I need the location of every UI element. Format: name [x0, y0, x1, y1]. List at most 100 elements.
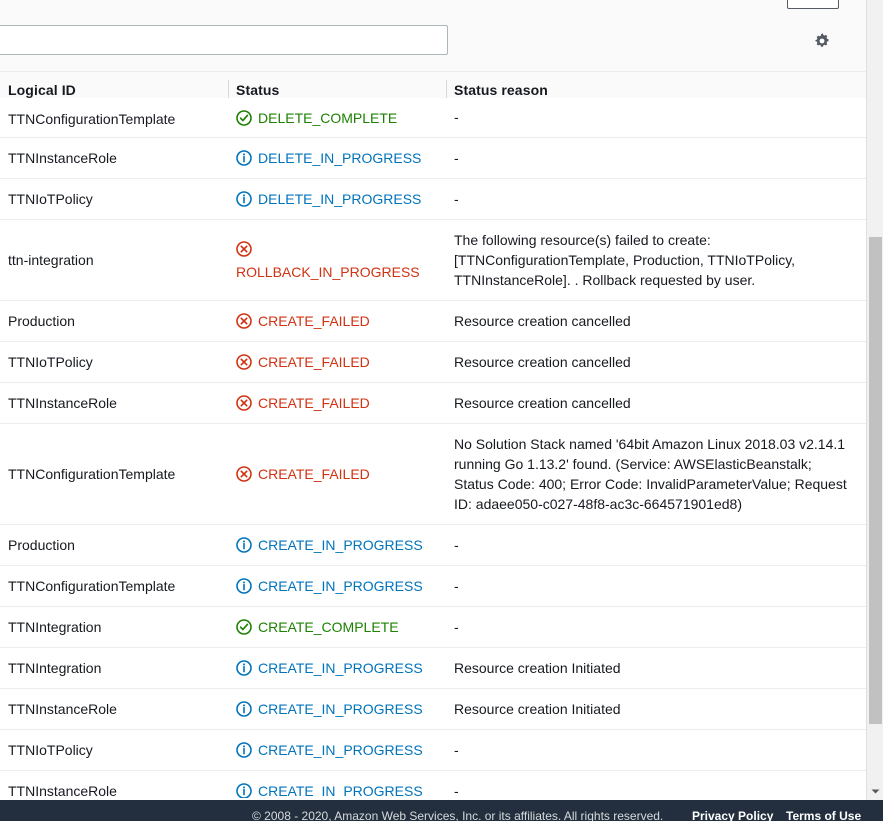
- table-body: TTNConfigurationTemplate DELETE_COMPLETE -…: [0, 98, 866, 798]
- status-label: DELETE_IN_PROGRESS: [258, 150, 422, 166]
- table-row[interactable]: Production CREATE_IN_PROGRESS -: [0, 525, 866, 566]
- status-label: ROLLBACK_IN_PROGRESS: [236, 263, 420, 280]
- cell-status-reason: -: [454, 150, 459, 166]
- status-label: CREATE_IN_PROGRESS: [258, 783, 423, 798]
- status-badge: CREATE_IN_PROGRESS: [236, 577, 438, 595]
- cell-status: ROLLBACK_IN_PROGRESS: [228, 230, 446, 291]
- status-badge: CREATE_FAILED: [236, 312, 438, 330]
- cell-logical-id: ttn-integration: [8, 252, 94, 268]
- status-badge: CREATE_FAILED: [236, 394, 438, 412]
- table-row[interactable]: TTNInstanceRole CREATE_IN_PROGRESS -: [0, 771, 866, 798]
- refresh-icon: [803, 0, 823, 3]
- cell-status: CREATE_IN_PROGRESS: [228, 731, 446, 769]
- check-circle-icon: [236, 619, 252, 635]
- status-badge: CREATE_IN_PROGRESS: [236, 782, 438, 798]
- chevron-down-icon: [871, 789, 880, 794]
- vertical-scrollbar[interactable]: [866, 0, 883, 800]
- info-circle-icon: [236, 191, 252, 207]
- cell-logical-id: TTNConfigurationTemplate: [8, 466, 176, 482]
- cell-logical-id: Production: [8, 537, 75, 553]
- footer-terms-of-use-link[interactable]: Terms of Use: [786, 809, 861, 821]
- cell-status: DELETE_IN_PROGRESS: [228, 139, 446, 177]
- scroll-down-arrow-icon[interactable]: [867, 783, 883, 800]
- cell-status-reason: No Solution Stack named '64bit Amazon Li…: [454, 436, 847, 512]
- table-row[interactable]: TTNConfigurationTemplate CREATE_IN_PROGRE…: [0, 566, 866, 607]
- status-label: CREATE_FAILED: [258, 466, 370, 482]
- page-footer: © 2008 - 2020, Amazon Web Services, Inc.…: [0, 800, 883, 821]
- status-badge: DELETE_IN_PROGRESS: [236, 190, 438, 208]
- cell-status: CREATE_COMPLETE: [228, 608, 446, 646]
- table-row[interactable]: TTNIntegration CREATE_IN_PROGRESS Resource…: [0, 648, 866, 689]
- events-table: Logical ID Status Status reason TTNConfi…: [0, 72, 866, 800]
- cell-logical-id: TTNIoTPolicy: [8, 742, 93, 758]
- cell-status: CREATE_IN_PROGRESS: [228, 567, 446, 605]
- cell-status: DELETE_IN_PROGRESS: [228, 180, 446, 218]
- cell-logical-id: TTNInstanceRole: [8, 701, 117, 717]
- table-row[interactable]: TTNInstanceRole CREATE_IN_PROGRESS Resourc…: [0, 689, 866, 730]
- cell-status: DELETE_COMPLETE: [228, 99, 446, 137]
- cell-logical-id: TTNIntegration: [8, 660, 102, 676]
- info-circle-icon: [236, 742, 252, 758]
- error-circle-icon: [236, 354, 252, 370]
- status-badge: CREATE_IN_PROGRESS: [236, 536, 438, 554]
- cell-status-reason: -: [454, 109, 459, 125]
- cell-status: CREATE_FAILED: [228, 455, 446, 493]
- table-row[interactable]: TTNConfigurationTemplate CREATE_FAILED No …: [0, 424, 866, 525]
- cell-logical-id: TTNIntegration: [8, 619, 102, 635]
- status-label: CREATE_FAILED: [258, 313, 370, 329]
- cell-status: CREATE_IN_PROGRESS: [228, 690, 446, 728]
- cell-logical-id: TTNIoTPolicy: [8, 354, 93, 370]
- refresh-button[interactable]: [787, 0, 839, 9]
- search-field-wrapper: [0, 25, 448, 55]
- table-row[interactable]: TTNIoTPolicy CREATE_IN_PROGRESS -: [0, 730, 866, 771]
- cell-status-reason: Resource creation cancelled: [454, 395, 631, 411]
- status-badge: CREATE_IN_PROGRESS: [236, 741, 438, 759]
- cell-status-reason: -: [454, 578, 459, 594]
- scrollbar-thumb[interactable]: [869, 237, 882, 724]
- settings-button[interactable]: [811, 30, 833, 52]
- info-circle-icon: [236, 578, 252, 594]
- table-row[interactable]: ttn-integration ROLLBACK_IN_PROGRESS The f…: [0, 220, 866, 301]
- cell-status: CREATE_FAILED: [228, 384, 446, 422]
- status-label: CREATE_COMPLETE: [258, 619, 399, 635]
- check-circle-icon: [236, 110, 252, 126]
- info-circle-icon: [236, 150, 252, 166]
- cell-logical-id: TTNInstanceRole: [8, 783, 117, 798]
- status-badge: DELETE_IN_PROGRESS: [236, 149, 438, 167]
- cell-status-reason: Resource creation cancelled: [454, 313, 631, 329]
- cell-status: CREATE_IN_PROGRESS: [228, 526, 446, 564]
- cell-status-reason: Resource creation Initiated: [454, 660, 621, 676]
- status-badge: CREATE_FAILED: [236, 353, 438, 371]
- table-row[interactable]: TTNConfigurationTemplate DELETE_COMPLETE -: [0, 98, 866, 138]
- status-label: DELETE_COMPLETE: [258, 110, 398, 126]
- cell-logical-id: TTNInstanceRole: [8, 395, 117, 411]
- table-row[interactable]: TTNIoTPolicy CREATE_FAILED Resource creati…: [0, 342, 866, 383]
- error-circle-icon: [236, 240, 252, 257]
- info-circle-icon: [236, 783, 252, 798]
- footer-privacy-policy-link[interactable]: Privacy Policy: [692, 809, 773, 821]
- cell-status: CREATE_FAILED: [228, 302, 446, 340]
- cell-status-reason: Resource creation Initiated: [454, 701, 621, 717]
- search-input[interactable]: [0, 25, 448, 55]
- status-label: CREATE_FAILED: [258, 354, 370, 370]
- cell-logical-id: TTNConfigurationTemplate: [8, 111, 176, 127]
- cell-logical-id: TTNIoTPolicy: [8, 191, 93, 207]
- info-circle-icon: [236, 660, 252, 676]
- table-row[interactable]: TTNInstanceRole DELETE_IN_PROGRESS -: [0, 138, 866, 179]
- status-badge: CREATE_IN_PROGRESS: [236, 700, 438, 718]
- cell-logical-id: Production: [8, 313, 75, 329]
- table-row[interactable]: Production CREATE_FAILED Resource creation…: [0, 301, 866, 342]
- table-row[interactable]: TTNIntegration CREATE_COMPLETE -: [0, 607, 866, 648]
- status-badge: DELETE_COMPLETE: [236, 109, 438, 127]
- cell-status: CREATE_IN_PROGRESS: [228, 649, 446, 687]
- cell-status-reason: The following resource(s) failed to crea…: [454, 232, 796, 288]
- table-row[interactable]: TTNInstanceRole CREATE_FAILED Resource cre…: [0, 383, 866, 424]
- status-badge: CREATE_COMPLETE: [236, 618, 438, 636]
- status-label: CREATE_IN_PROGRESS: [258, 660, 423, 676]
- cell-status: CREATE_FAILED: [228, 343, 446, 381]
- cell-status: CREATE_IN_PROGRESS: [228, 772, 446, 798]
- status-label: CREATE_FAILED: [258, 395, 370, 411]
- table-row[interactable]: TTNIoTPolicy DELETE_IN_PROGRESS -: [0, 179, 866, 220]
- status-badge: CREATE_IN_PROGRESS: [236, 659, 438, 677]
- gear-icon: [815, 33, 829, 47]
